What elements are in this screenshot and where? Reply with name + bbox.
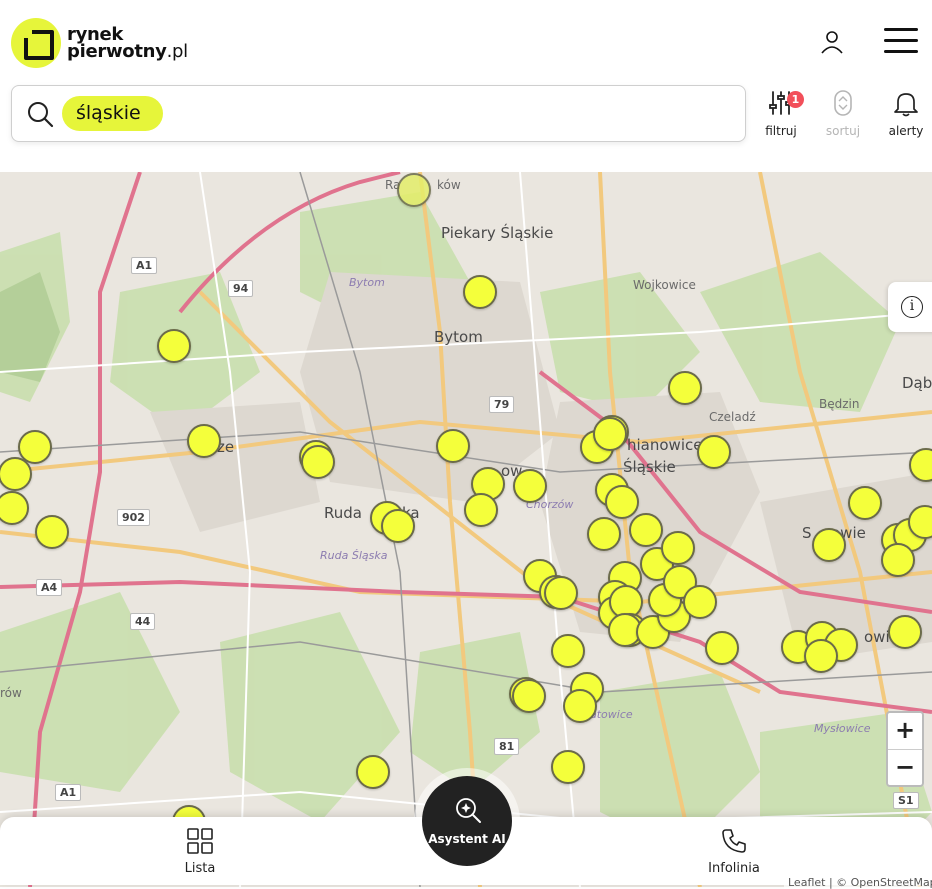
road-badge: 902 [117,509,150,526]
grid-icon [160,826,240,856]
listing-pin[interactable] [35,515,69,549]
listing-pin[interactable] [436,429,470,463]
map-label-gierow: rów [0,686,22,700]
listing-pin[interactable] [463,275,497,309]
map-label-sosnowiec-s: S [802,524,812,542]
phone-icon [694,826,774,856]
map-label-bytom-district: Bytom [349,276,385,289]
listing-pin[interactable] [157,329,191,363]
listing-pin[interactable] [661,531,695,565]
info-button[interactable]: i [888,282,932,332]
filter-button[interactable]: 1 filtruj [751,86,811,138]
ai-assistant-button[interactable]: Asystent AI [422,776,512,866]
location-chip[interactable]: śląskie [62,96,163,131]
road-badge: 79 [489,396,515,413]
map-label-czeladz: Czeladź [709,410,756,424]
map-label-ruda: Ruda [324,504,362,522]
listing-pin[interactable] [683,585,717,619]
map-label-dabrowa: Dąb [902,374,932,392]
listing-pin[interactable] [705,631,739,665]
listing-pin[interactable] [512,679,546,713]
road-badge: 81 [494,738,520,755]
logo[interactable]: rynek pierwotny.pl [11,18,188,68]
listing-pin[interactable] [187,424,221,458]
map-label-bytom: Bytom [434,328,483,346]
map-label-siemianowice-slaskie: Śląskie [623,458,676,476]
info-icon: i [901,296,923,318]
road-badge: A4 [36,579,63,596]
map-label-myslowice: Mysłowice [814,722,871,735]
alerts-label: alerty [888,124,924,138]
list-label: Lista [184,861,216,876]
map-label-radzionkow-end: ków [437,178,461,192]
zoom-out-button[interactable]: − [888,749,922,785]
listing-pin[interactable] [397,173,431,207]
road-badge: S1 [893,792,919,809]
road-badge: A1 [55,784,82,801]
alerts-button[interactable]: alerty [876,86,932,138]
logo-mark-icon [11,18,61,68]
ai-search-icon [422,794,512,826]
list-button[interactable]: Lista [160,826,240,876]
sort-button[interactable]: sortuj [813,86,873,138]
hamburger-icon[interactable] [884,28,918,56]
search-icon [26,100,54,128]
listing-pin[interactable] [563,689,597,723]
bell-icon [876,86,932,120]
road-badge: 94 [228,280,254,297]
road-badge: 44 [130,613,156,630]
filter-label: filtruj [765,124,797,138]
map-attribution: Leaflet | © OpenStreetMap [784,876,932,889]
map-label-siemianowice: hianowice [627,436,703,454]
listing-pin[interactable] [668,371,702,405]
listing-pin[interactable] [629,513,663,547]
map-label-bedzin: Będzin [819,397,860,411]
listing-pin[interactable] [513,469,547,503]
listing-pin[interactable] [881,543,915,577]
listing-pin[interactable] [804,639,838,673]
app-header: rynek pierwotny.pl [0,0,932,84]
ai-assistant-label: Asystent AI [428,832,506,846]
listing-pin[interactable] [551,750,585,784]
zoom-control: + − [886,711,924,787]
listing-pin[interactable] [464,493,498,527]
listing-pin[interactable] [848,486,882,520]
filter-count-badge: 1 [787,91,804,108]
logo-text-line2: pierwotny.pl [67,41,188,62]
listing-pin[interactable] [605,485,639,519]
zoom-in-button[interactable]: + [888,713,922,749]
map-label-wojkowice: Wojkowice [633,278,696,292]
listing-pin[interactable] [587,517,621,551]
listing-pin[interactable] [544,576,578,610]
user-icon[interactable] [818,28,846,56]
listing-pin[interactable] [812,528,846,562]
sort-icon [813,86,873,120]
listing-pin[interactable] [381,509,415,543]
listing-pin[interactable] [697,435,731,469]
listing-pin[interactable] [301,445,335,479]
sort-label: sortuj [825,124,861,138]
map-label-piekary: Piekary Śląskie [441,224,554,242]
listing-pin[interactable] [356,755,390,789]
road-badge: A1 [131,257,158,274]
listing-pin[interactable] [551,634,585,668]
search-bar[interactable]: śląskie [11,85,746,142]
hotline-label: Infolinia [708,861,760,876]
listing-pin[interactable] [593,417,627,451]
hotline-button[interactable]: Infolinia [694,826,774,876]
listing-pin[interactable] [888,615,922,649]
map-label-ruda-district: Ruda Śląska [320,549,388,562]
